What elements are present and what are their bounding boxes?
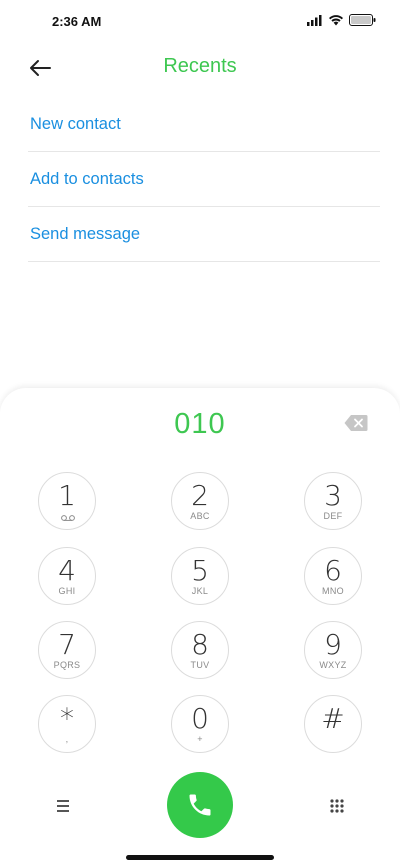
key-3[interactable]: 3 DEF [304, 472, 362, 530]
status-icons [307, 14, 376, 26]
key-digit: # [321, 702, 345, 735]
key-6[interactable]: 6 MNO [304, 547, 362, 605]
key-letters: TUV [190, 660, 210, 670]
key-letters: GHI [58, 586, 76, 596]
key-digit: 4 [58, 554, 76, 587]
key-letters: ABC [190, 511, 210, 521]
key-digit: 2 [191, 479, 209, 512]
voicemail-icon [61, 515, 75, 521]
send-message-link[interactable]: Send message [28, 207, 380, 262]
key-digit: 1 [58, 479, 76, 512]
menu-button[interactable] [50, 796, 76, 816]
key-digit: 0 [191, 702, 209, 735]
key-digit: 6 [324, 554, 342, 587]
key-letters: WXYZ [319, 660, 347, 670]
key-digit: 7 [58, 628, 76, 661]
key-7[interactable]: 7 PQRS [38, 621, 96, 679]
key-1[interactable]: 1 [38, 472, 96, 530]
status-bar: 2:36 AM [0, 0, 400, 44]
key-letters: + [197, 734, 203, 744]
key-8[interactable]: 8 TUV [171, 621, 229, 679]
key-5[interactable]: 5 JKL [171, 547, 229, 605]
key-digit: * [60, 702, 74, 735]
key-hash[interactable]: # [304, 695, 362, 753]
action-list: New contact Add to contacts Send message [28, 97, 380, 262]
menu-icon [57, 800, 69, 812]
backspace-icon [344, 415, 368, 431]
key-digit: 8 [191, 628, 209, 661]
key-9[interactable]: 9 WXYZ [304, 621, 362, 679]
key-0[interactable]: 0 + [171, 695, 229, 753]
add-to-contacts-link[interactable]: Add to contacts [28, 152, 380, 207]
home-indicator[interactable] [126, 855, 274, 860]
dialed-number: 010 [174, 408, 226, 440]
signal-icon [307, 14, 322, 26]
key-digit: 9 [324, 628, 342, 661]
call-button[interactable] [167, 772, 233, 838]
new-contact-link[interactable]: New contact [28, 97, 380, 152]
key-2[interactable]: 2 ABC [171, 472, 229, 530]
key-letters: MNO [322, 586, 344, 596]
header: Recents [0, 50, 400, 86]
key-letters: DEF [323, 511, 343, 521]
key-star[interactable]: * , [38, 695, 96, 753]
key-digit: 5 [191, 554, 209, 587]
page-title: Recents [163, 55, 237, 77]
dialer-bottom-bar [0, 752, 400, 838]
key-letters: JKL [191, 586, 209, 596]
status-time: 2:36 AM [52, 14, 102, 29]
battery-icon [349, 14, 376, 26]
key-4[interactable]: 4 GHI [38, 547, 96, 605]
keypad-toggle-button[interactable] [326, 795, 348, 817]
key-letters: , [65, 734, 69, 744]
wifi-icon [329, 15, 343, 26]
keypad-grid-icon [330, 799, 344, 813]
backspace-button[interactable] [344, 414, 368, 432]
phone-icon [189, 794, 211, 816]
key-digit: 3 [324, 479, 342, 512]
key-letters: PQRS [53, 660, 81, 670]
